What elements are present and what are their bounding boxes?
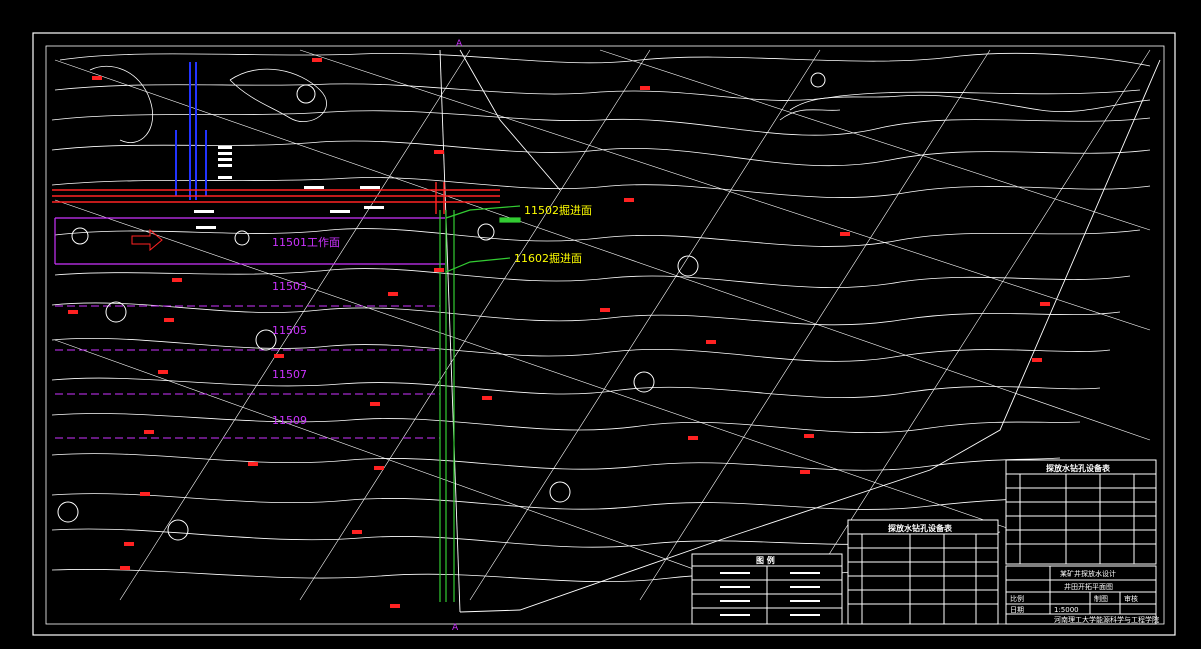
title-drawing-name: 井田开拓平面图 xyxy=(1064,582,1113,591)
title-university: 河南理工大学能源科学与工程学院 xyxy=(1054,615,1159,624)
workface-label-11501: 11501工作面 xyxy=(272,236,340,249)
direction-arrow xyxy=(131,228,163,252)
equipment-table-2: 探放水钻孔设备表 xyxy=(1005,459,1157,565)
equipment-table-1-title: 探放水钻孔设备表 xyxy=(888,523,953,533)
cad-drawing: 11501工作面 11503 11505 11507 11509 11502掘进… xyxy=(32,32,1176,636)
contour-lines xyxy=(51,52,1151,583)
equipment-table-1: 探放水钻孔设备表 xyxy=(847,519,999,625)
title-scale-value: 1:5000 xyxy=(1054,606,1079,614)
workface-label-11503: 11503 xyxy=(272,280,307,293)
workface-lines xyxy=(54,217,445,265)
legend-table: 图 例 xyxy=(691,553,843,625)
title-drawn-label: 制图 xyxy=(1094,594,1108,603)
outer-frame xyxy=(32,32,1176,636)
shaft-lines xyxy=(175,62,207,200)
annotation-bars xyxy=(194,146,384,229)
legend-title: 图 例 xyxy=(756,555,775,565)
workface-label-11507: 11507 xyxy=(272,368,307,381)
section-mark-bottom: A xyxy=(452,623,459,633)
workface-label-11505: 11505 xyxy=(272,324,307,337)
section-mark-top: A xyxy=(456,39,463,49)
title-date-label: 日期 xyxy=(1010,606,1024,614)
red-roadways xyxy=(52,182,500,214)
face-label-11602: 11602掘进面 xyxy=(514,251,582,265)
title-project: 某矿井探放水设计 xyxy=(1060,569,1116,578)
grid-diagonals xyxy=(54,49,1151,601)
title-block: 某矿井探放水设计 井田开拓平面图 比例 1:5000 制图 审核 日期 河南理工… xyxy=(1005,565,1159,625)
title-check-label: 审核 xyxy=(1124,594,1138,603)
workface-label-11509: 11509 xyxy=(272,414,307,427)
face-label-11502: 11502掘进面 xyxy=(524,203,592,217)
title-scale-label: 比例 xyxy=(1010,594,1024,603)
equipment-table-2-title: 探放水钻孔设备表 xyxy=(1046,463,1111,473)
